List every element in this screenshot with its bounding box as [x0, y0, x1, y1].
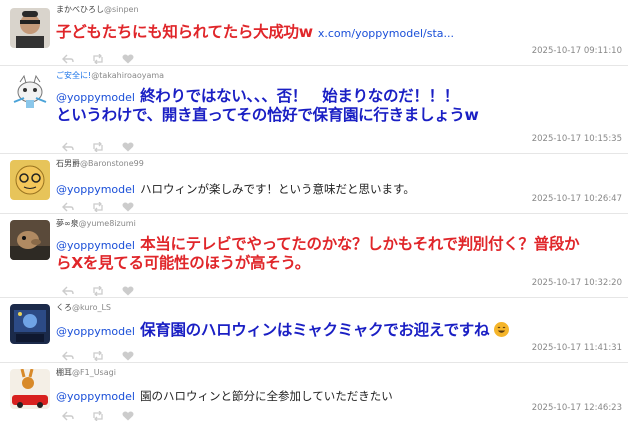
retweet-icon[interactable] [92, 142, 104, 152]
post-header: ご安全に!@takahiroaoyama [56, 71, 164, 81]
user-name[interactable]: 棚耳 [56, 368, 72, 377]
heart-icon[interactable] [122, 54, 134, 64]
avatar[interactable] [10, 160, 50, 200]
post-body: @yoppymodel 園のハロウィンと節分に全参加していただきたい [56, 385, 620, 404]
post-text-line: というわけで、開き直ってその恰好で保育園に行きましょうw [56, 106, 479, 124]
mention[interactable]: @yoppymodel [56, 325, 135, 338]
timestamp[interactable]: 2025-10-17 12:46:23 [532, 403, 622, 413]
grinning-face-emoji [494, 322, 510, 337]
retweet-icon[interactable] [92, 351, 104, 361]
user-handle[interactable]: @sinpen [104, 5, 139, 14]
retweet-icon[interactable] [92, 411, 104, 421]
post-actions [62, 286, 134, 296]
post-text-line: らXを見てる可能性のほうが高そう。 [56, 254, 310, 272]
mention[interactable]: @yoppymodel [56, 183, 135, 196]
post-text: ハロウィンが楽しみです！という意味だと思います。 [140, 182, 415, 196]
user-handle[interactable]: @takahiroaoyama [91, 71, 164, 80]
post-header: 石男爵@Baronstone99 [56, 159, 144, 169]
heart-icon[interactable] [122, 142, 134, 152]
timestamp[interactable]: 2025-10-17 10:15:35 [532, 134, 622, 144]
heart-icon[interactable] [122, 351, 134, 361]
reply-icon[interactable] [62, 54, 74, 64]
user-name[interactable]: まかべひろし [56, 5, 104, 14]
post-text-line: 終わりではない、、、否！ 始まりなのだ！！！ [140, 87, 459, 105]
heart-icon[interactable] [122, 286, 134, 296]
post-text: 子どもたちにも知られてたら大成功w [56, 23, 313, 41]
mention[interactable]: @yoppymodel [56, 239, 135, 252]
heart-icon[interactable] [122, 411, 134, 421]
post-text: 園のハロウィンと節分に全参加していただきたい [140, 389, 393, 403]
user-name[interactable]: くろ [56, 303, 72, 312]
post-text-line: 本当にテレビでやってたのかな？しかもそれで判別付く？普段か [140, 235, 580, 253]
timestamp[interactable]: 2025-10-17 11:41:31 [532, 343, 622, 353]
post-item: 棚耳@F1_Usagi @yoppymodel 園のハロウィンと節分に全参加して… [0, 363, 628, 423]
reply-icon[interactable] [62, 142, 74, 152]
user-name[interactable]: 夢∞泉 [56, 219, 79, 228]
user-name[interactable]: ご安全に! [56, 71, 91, 80]
post-body: @yoppymodel 終わりではない、、、否！ 始まりなのだ！！！ というわけ… [56, 86, 620, 125]
reply-feed: まかべひろし@sinpen 子どもたちにも知られてたら大成功w x.com/yo… [0, 0, 628, 436]
reply-icon[interactable] [62, 202, 74, 212]
post-text: 保育園のハロウィンはミャクミャクでお迎えですね [140, 321, 490, 339]
post-header: 夢∞泉@yume8izumi [56, 219, 136, 229]
post-item: まかべひろし@sinpen 子どもたちにも知られてたら大成功w x.com/yo… [0, 0, 628, 66]
timestamp[interactable]: 2025-10-17 10:26:47 [532, 194, 622, 204]
post-actions [62, 202, 134, 212]
post-body: 子どもたちにも知られてたら大成功w x.com/yoppymodel/sta..… [56, 22, 620, 42]
retweet-icon[interactable] [92, 54, 104, 64]
avatar[interactable] [10, 304, 50, 344]
user-handle[interactable]: @yume8izumi [79, 219, 136, 228]
heart-icon[interactable] [122, 202, 134, 212]
post-item: ご安全に!@takahiroaoyama @yoppymodel 終わりではない… [0, 66, 628, 154]
post-header: まかべひろし@sinpen [56, 5, 139, 15]
reply-icon[interactable] [62, 411, 74, 421]
post-body: @yoppymodel 本当にテレビでやってたのかな？しかもそれで判別付く？普段… [56, 234, 620, 273]
post-actions [62, 54, 134, 64]
mention[interactable]: @yoppymodel [56, 390, 135, 403]
retweet-icon[interactable] [92, 202, 104, 212]
post-item: くろ@kuro_LS @yoppymodel 保育園のハロウィンはミャクミャクで… [0, 298, 628, 363]
post-actions [62, 411, 134, 421]
user-handle[interactable]: @kuro_LS [72, 303, 111, 312]
post-actions [62, 351, 134, 361]
post-actions [62, 142, 134, 152]
reply-icon[interactable] [62, 351, 74, 361]
avatar[interactable] [10, 72, 50, 112]
post-header: 棚耳@F1_Usagi [56, 368, 116, 378]
post-link[interactable]: x.com/yoppymodel/sta... [318, 27, 454, 40]
avatar[interactable] [10, 8, 50, 48]
avatar[interactable] [10, 220, 50, 260]
post-item: 石男爵@Baronstone99 @yoppymodel ハロウィンが楽しみです… [0, 154, 628, 214]
timestamp[interactable]: 2025-10-17 09:11:10 [532, 46, 622, 56]
post-body: @yoppymodel 保育園のハロウィンはミャクミャクでお迎えですね [56, 320, 620, 340]
post-item: 夢∞泉@yume8izumi @yoppymodel 本当にテレビでやってたのか… [0, 214, 628, 298]
avatar[interactable] [10, 369, 50, 409]
retweet-icon[interactable] [92, 286, 104, 296]
mention[interactable]: @yoppymodel [56, 91, 135, 104]
user-handle[interactable]: @Baronstone99 [80, 159, 144, 168]
user-handle[interactable]: @F1_Usagi [72, 368, 116, 377]
post-header: くろ@kuro_LS [56, 303, 111, 313]
timestamp[interactable]: 2025-10-17 10:32:20 [532, 278, 622, 288]
reply-icon[interactable] [62, 286, 74, 296]
user-name[interactable]: 石男爵 [56, 159, 80, 168]
